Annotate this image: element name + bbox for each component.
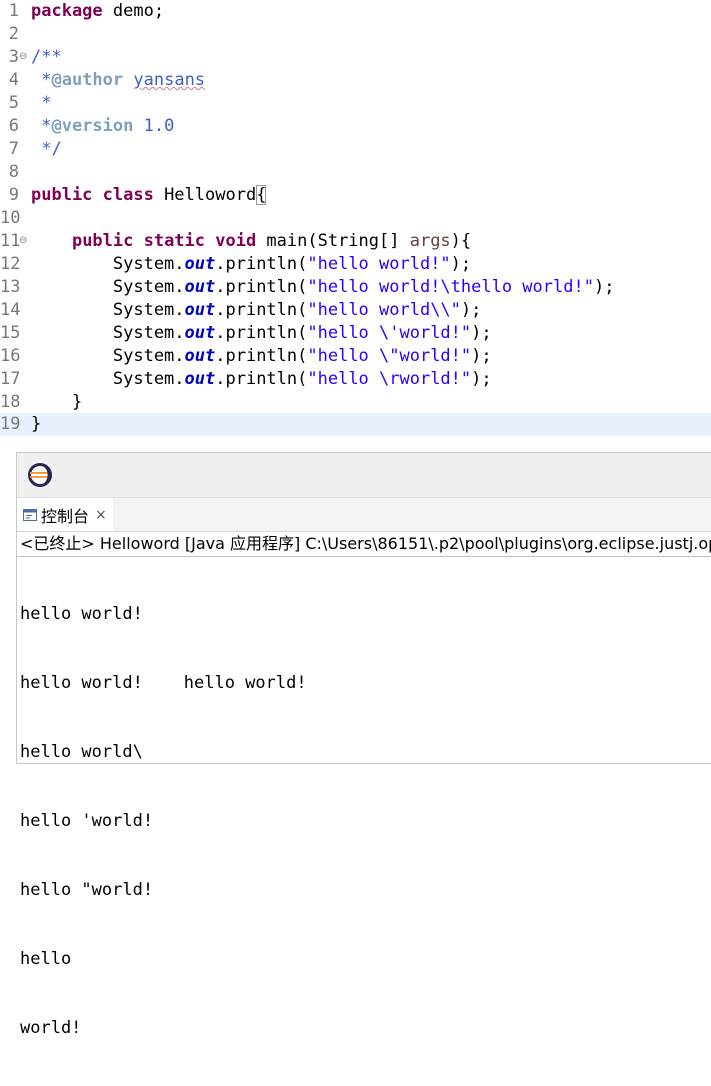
output-line: hello "world!	[20, 880, 154, 900]
fold-marker-icon[interactable]: ⊖	[19, 230, 29, 253]
code-editor[interactable]: 1 package demo; 2 3 ⊖ /** 4 *@author yan…	[0, 0, 711, 440]
code-line[interactable]: 15 System.out.println("hello \'world!");	[0, 322, 711, 345]
code-text[interactable]: *@version 1.0	[31, 115, 174, 138]
line-number: 8	[8, 162, 19, 182]
misspelled-word: yansans	[133, 70, 206, 90]
code-text[interactable]: System.out.println("hello \"world!");	[31, 345, 492, 368]
line-number: 1	[8, 1, 19, 21]
tab-console[interactable]: 控制台 ×	[17, 498, 113, 531]
line-number: 15	[0, 323, 21, 343]
line-number: 4	[8, 70, 19, 90]
code-text[interactable]: */	[31, 138, 61, 161]
current-code-line[interactable]: 19 }	[0, 413, 711, 436]
code-text[interactable]: System.out.println("hello \rworld!");	[31, 368, 492, 391]
output-line: hello	[20, 949, 72, 969]
code-line[interactable]: 5 *	[0, 92, 711, 115]
line-number: 10	[0, 208, 21, 228]
output-line: world!	[20, 1018, 82, 1038]
code-line[interactable]: 4 *@author yansans	[0, 69, 711, 92]
line-number: 14	[0, 300, 21, 320]
code-line[interactable]: 11 ⊖ public static void main(String[] ar…	[0, 230, 711, 253]
output-line: hello world!	[20, 604, 143, 624]
line-number: 16	[0, 346, 21, 366]
close-icon[interactable]: ×	[95, 507, 107, 523]
line-number: 19	[0, 414, 21, 434]
tab-console-label: 控制台	[41, 506, 90, 526]
console-output[interactable]: hello world! hello world! hello world! h…	[20, 557, 307, 1086]
line-number: 18	[0, 392, 21, 412]
code-text[interactable]: System.out.println("hello world!\thello …	[31, 276, 615, 299]
line-number: 7	[8, 139, 19, 159]
code-text[interactable]: /**	[31, 46, 62, 69]
code-text[interactable]: *@author yansans	[31, 69, 205, 92]
code-line[interactable]: 17 System.out.println("hello \rworld!");	[0, 368, 711, 391]
code-line[interactable]: 8	[0, 161, 711, 184]
code-line[interactable]: 2	[0, 23, 711, 46]
console-tab-bar: 控制台 ×	[17, 498, 711, 532]
code-text[interactable]: System.out.println("hello \'world!");	[31, 322, 492, 345]
code-line[interactable]: 1 package demo;	[0, 0, 711, 23]
line-number: 6	[8, 116, 19, 136]
code-line[interactable]: 7 */	[0, 138, 711, 161]
line-number: 2	[8, 24, 19, 44]
console-panel: 控制台 × <已终止> Helloword [Java 应用程序] C:\Use…	[16, 452, 711, 1038]
line-number: 11	[0, 231, 21, 251]
code-text[interactable]: System.out.println("hello world!");	[31, 253, 471, 276]
code-text[interactable]: public class Helloword{	[31, 184, 267, 207]
code-line[interactable]: 3 ⊖ /**	[0, 46, 711, 69]
code-line[interactable]: 9 public class Helloword{	[0, 184, 711, 207]
console-icon	[23, 508, 37, 521]
line-number: 3	[8, 47, 19, 67]
code-line[interactable]: 16 System.out.println("hello \"world!");	[0, 345, 711, 368]
line-number: 12	[0, 254, 21, 274]
line-number: 9	[8, 185, 19, 205]
output-line: hello world! hello world!	[20, 673, 307, 693]
matching-bracket: {	[256, 185, 267, 205]
line-number: 5	[8, 93, 19, 113]
console-toolbar	[17, 453, 711, 498]
code-text[interactable]: public static void main(String[] args){	[31, 230, 471, 253]
output-line: hello world\	[20, 742, 143, 762]
code-line[interactable]: 13 System.out.println("hello world!\thel…	[0, 276, 711, 299]
console-status: <已终止> Helloword [Java 应用程序] C:\Users\861…	[17, 532, 711, 557]
code-text[interactable]: }	[31, 413, 41, 436]
code-text[interactable]: System.out.println("hello world\\");	[31, 299, 482, 322]
code-line[interactable]: 14 System.out.println("hello world\\");	[0, 299, 711, 322]
code-line[interactable]: 6 *@version 1.0	[0, 115, 711, 138]
code-line[interactable]: 10	[0, 207, 711, 230]
code-line[interactable]: 12 System.out.println("hello world!");	[0, 253, 711, 276]
fold-marker-icon[interactable]: ⊖	[19, 46, 29, 69]
code-line[interactable]: 18 }	[0, 391, 711, 414]
code-text[interactable]: *	[31, 92, 51, 115]
eclipse-logo-icon[interactable]	[27, 462, 53, 488]
line-number: 13	[0, 277, 21, 297]
line-number: 17	[0, 369, 21, 389]
code-text[interactable]: }	[31, 391, 82, 414]
output-line: hello 'world!	[20, 811, 154, 831]
code-text[interactable]: package demo;	[31, 0, 164, 23]
